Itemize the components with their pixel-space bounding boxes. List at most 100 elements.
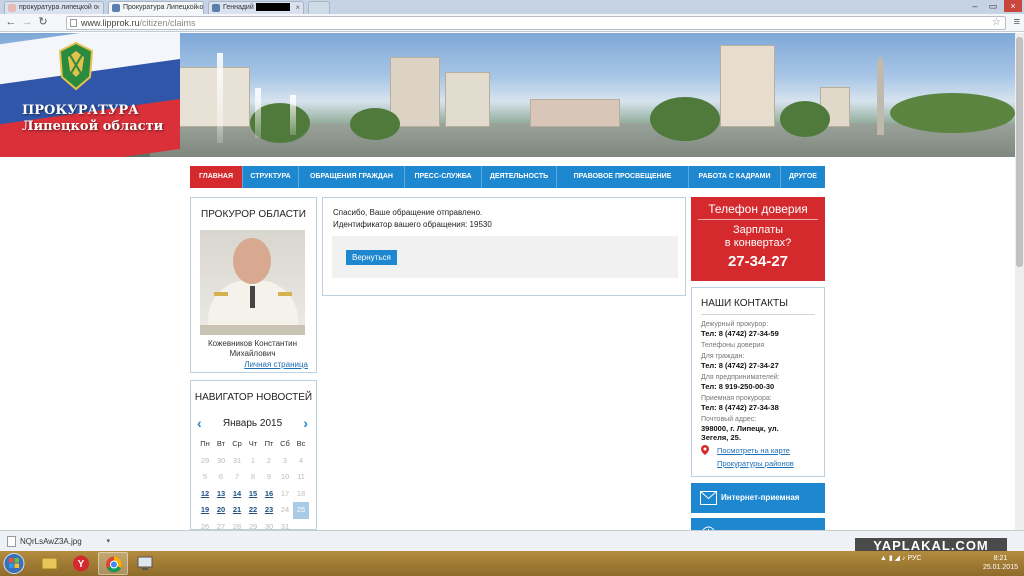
downloaded-file-item[interactable]: NQrLsAwZ3A.jpg ▾ — [6, 534, 110, 549]
contacts-panel: Наши контакты Дежурный прокурор: Тел: 8 … — [691, 287, 825, 477]
calendar-day[interactable]: 16 — [261, 486, 277, 503]
banner-fountain — [255, 88, 261, 138]
nav-item-home[interactable]: Главная — [190, 166, 243, 188]
minimize-icon[interactable]: – — [966, 0, 984, 12]
banner-fountain — [290, 95, 296, 135]
calendar-header: ‹ Январь 2015 › — [191, 416, 314, 432]
menu-icon[interactable]: ≡ — [1014, 16, 1020, 28]
district-offices-link[interactable]: Прокуратуры районов — [717, 459, 794, 468]
banner-building — [445, 72, 490, 127]
yandex-icon: Y — [73, 555, 89, 572]
browser-tab-2[interactable]: Прокуратура Липецкой о × — [108, 1, 204, 14]
page-scrollbar[interactable] — [1015, 33, 1024, 530]
browser-tab-1[interactable]: прокуратура липецкой о × — [4, 1, 104, 14]
banner-tree — [780, 101, 830, 137]
contact-value: Тел: 8 (4742) 27-34-38 — [701, 403, 779, 412]
confirmation-line2: Идентификатор вашего обращения: 19530 — [333, 220, 492, 229]
calendar-weekday: Сб — [280, 439, 290, 448]
taskbar-yandex-button[interactable]: Y — [66, 552, 96, 575]
calendar-day: 10 — [280, 472, 290, 481]
folder-icon — [41, 557, 58, 570]
calendar-day[interactable]: 22 — [245, 502, 261, 519]
schedule-button[interactable] — [691, 518, 825, 530]
language-indicator[interactable]: РУС — [907, 555, 921, 562]
confirmation-message: Спасибо, Ваше обращение отправлено. Иден… — [333, 207, 492, 231]
calendar-day[interactable]: 20 — [213, 502, 229, 519]
calendar-day[interactable]: 12 — [197, 486, 213, 503]
contact-label: Для предпринимателей: — [701, 374, 780, 381]
browser-tabstrip: прокуратура липецкой о × Прокуратура Лип… — [0, 0, 1024, 14]
system-clock[interactable]: 8:21 25.01.2015 — [983, 554, 1018, 572]
calendar-day[interactable]: 25 — [293, 502, 309, 519]
contact-row: Для граждан: Тел: 8 (4742) 27-34-27 — [701, 352, 779, 370]
calendar-day[interactable]: 15 — [245, 486, 261, 503]
envelope-icon — [700, 491, 717, 505]
hotline-banner[interactable]: Телефон доверия Зарплаты в конвертах? 27… — [691, 197, 825, 281]
taskbar-chrome-button[interactable] — [98, 552, 128, 575]
close-tab-icon[interactable]: × — [95, 2, 100, 13]
calendar-day: 18 — [296, 488, 306, 498]
contact-value: 398000, г. Липецк, ул. Зегеля, 25. — [701, 424, 779, 442]
nav-item-activity[interactable]: Деятельность — [482, 166, 557, 188]
browser-tab-3[interactable]: Геннадий × — [208, 1, 304, 14]
vk-favicon-icon — [212, 4, 220, 12]
calendar-day: 6 — [218, 472, 224, 481]
contact-value: Тел: 8 (4742) 27-34-59 — [701, 329, 779, 338]
calendar-day: 5 — [202, 472, 208, 481]
calendar-grid: Пн Вт Ср Чт Пт Сб Вс 29 30 31 1 2 3 4 5 6 7 8 9 10 11 12 13 14 1… — [197, 436, 309, 530]
new-tab-button[interactable] — [308, 1, 330, 14]
banner-title-line2: Липецкой области — [22, 119, 164, 134]
news-navigator-title: Навигатор новостей — [194, 392, 313, 403]
nav-item-careers[interactable]: Работа с кадрами — [689, 166, 781, 188]
contact-row: Дежурный прокурор: Тел: 8 (4742) 27-34-5… — [701, 320, 779, 338]
nav-item-press[interactable]: Пресс-служба — [405, 166, 482, 188]
calendar-day[interactable]: 14 — [229, 486, 245, 503]
prosecutor-photo — [200, 230, 305, 335]
prosecutor-panel-title: Прокурор области — [201, 209, 306, 220]
forward-arrow-icon[interactable]: → — [20, 15, 34, 29]
nav-item-legal-education[interactable]: Правовое просвещение — [557, 166, 689, 188]
maximize-icon[interactable]: ▭ — [984, 0, 1002, 12]
nav-item-other[interactable]: Другое — [781, 166, 825, 188]
back-button[interactable]: Вернуться — [346, 250, 397, 265]
calendar-day[interactable]: 13 — [213, 486, 229, 503]
calendar-day: 2 — [266, 455, 272, 465]
address-bar[interactable]: www.lipprok.ru/citizen/claims ☆ — [66, 16, 1006, 30]
internet-reception-button[interactable]: Интернет-приемная — [691, 483, 825, 513]
internet-reception-label: Интернет-приемная — [721, 493, 800, 502]
nav-item-citizen-appeals[interactable]: Обращения граждан — [299, 166, 405, 188]
chrome-icon — [106, 556, 122, 573]
calendar-day: 11 — [297, 472, 305, 481]
calendar-day[interactable]: 21 — [229, 502, 245, 519]
view-on-map-link[interactable]: Посмотреть на карте — [717, 446, 790, 455]
contact-row: Для предпринимателей: Тел: 8 919-250-00-… — [701, 373, 780, 391]
close-tab-icon[interactable]: × — [295, 2, 300, 13]
tray-icons[interactable]: ▲ ▮ ◢ ♪ — [880, 555, 907, 562]
calendar-day[interactable]: 19 — [197, 502, 213, 519]
emblem-favicon-icon — [112, 4, 120, 12]
personal-page-link[interactable]: Личная страница — [244, 360, 308, 369]
taskbar-app-button[interactable] — [130, 552, 160, 575]
windows-start-icon[interactable] — [2, 552, 26, 575]
calendar-day: 28 — [232, 521, 242, 531]
reload-icon[interactable]: ↻ — [36, 15, 50, 29]
back-arrow-icon[interactable]: ← — [4, 15, 18, 29]
taskbar-explorer-button[interactable] — [34, 552, 64, 575]
calendar-day: 1 — [250, 455, 256, 465]
calendar-weekday: Пн — [200, 439, 210, 448]
calendar-next-icon[interactable]: › — [303, 416, 308, 430]
contact-label: Телефоны доверия — [701, 342, 765, 349]
page-viewport: ПРОКУРАТУРА Липецкой области Главная Стр… — [0, 33, 1024, 530]
close-tab-icon[interactable]: × — [195, 2, 200, 13]
scrollbar-thumb[interactable] — [1016, 37, 1023, 267]
calendar-day: 29 — [248, 521, 258, 531]
chevron-down-icon[interactable]: ▾ — [106, 534, 110, 549]
calendar-day: 4 — [298, 455, 304, 465]
bookmark-star-icon[interactable]: ☆ — [992, 17, 1001, 29]
calendar-day[interactable]: 23 — [261, 502, 277, 519]
calendar-day: 29 — [200, 455, 210, 465]
close-window-icon[interactable]: × — [1004, 0, 1022, 12]
nav-item-structure[interactable]: Структура — [243, 166, 299, 188]
calendar-day: 31 — [280, 521, 290, 531]
contact-row: Почтовый адрес: 398000, г. Липецк, ул. З… — [701, 415, 781, 442]
